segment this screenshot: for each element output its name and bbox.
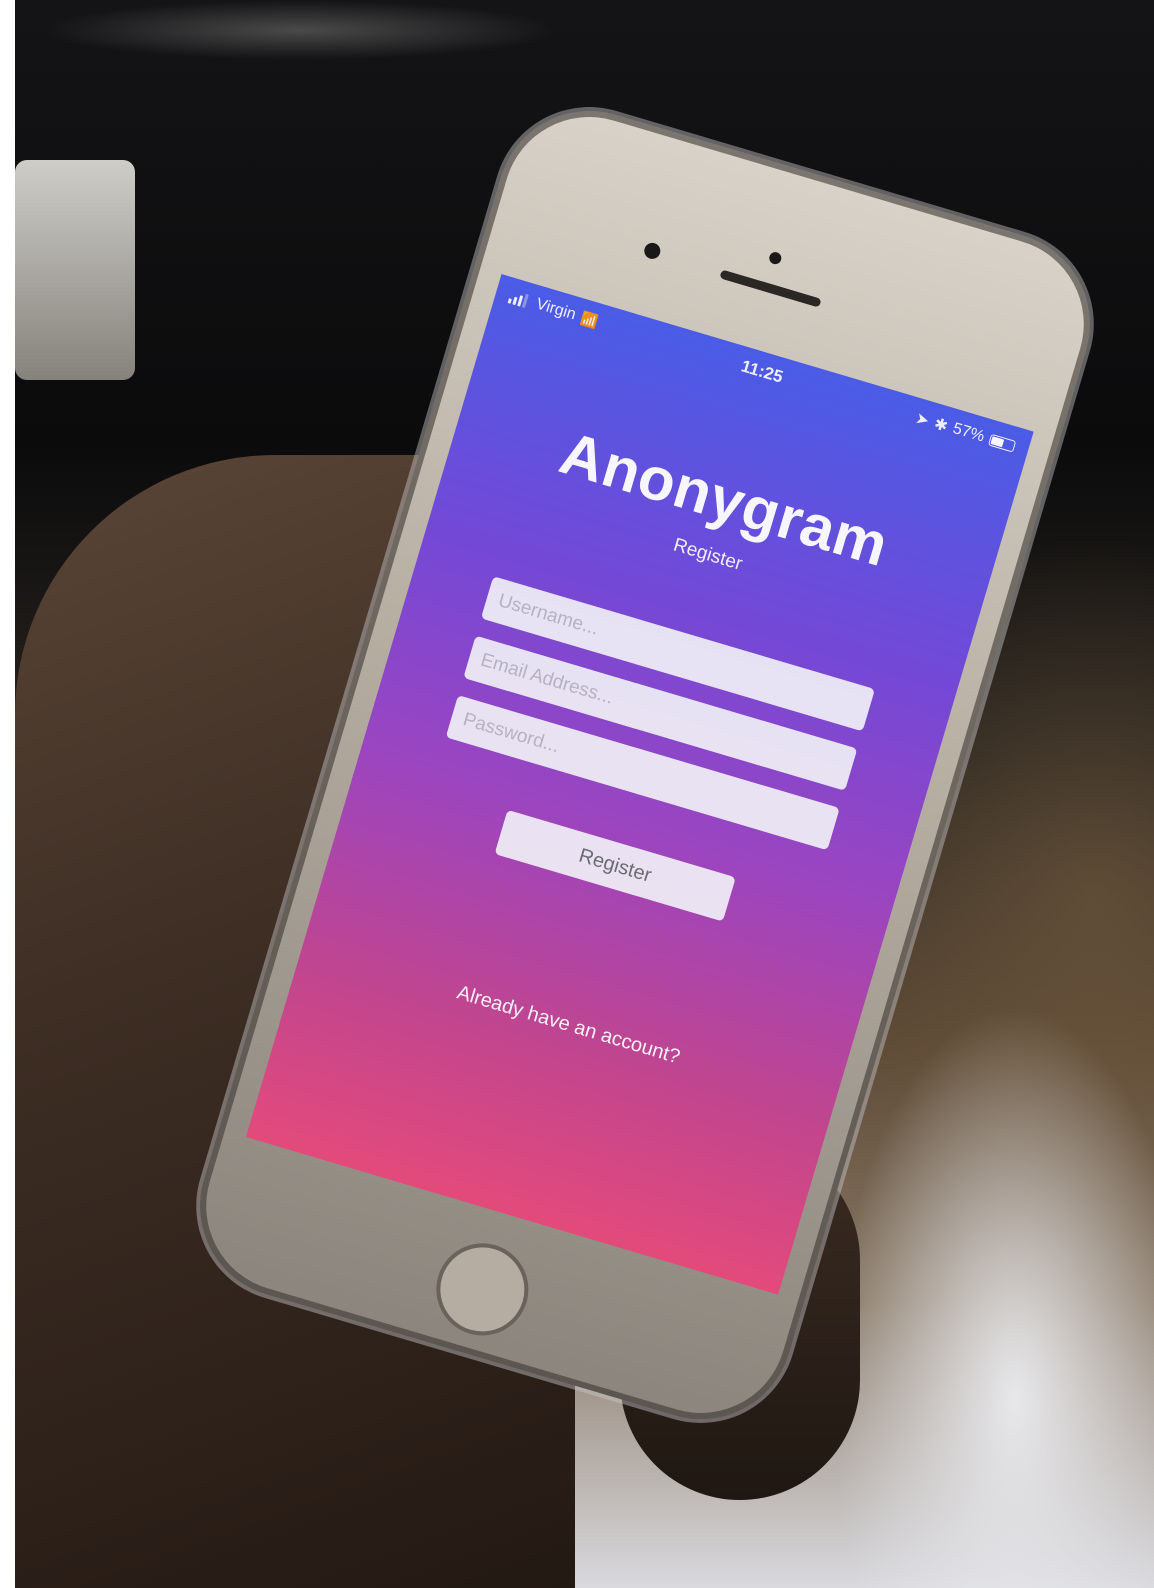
home-button[interactable]	[425, 1232, 540, 1347]
login-link[interactable]: Already have an account?	[299, 936, 838, 1116]
image-border	[0, 0, 15, 1588]
bluetooth-icon: ✱	[932, 415, 950, 436]
proximity-sensor	[767, 250, 783, 266]
battery-level	[990, 436, 1004, 448]
earpiece-speaker	[719, 269, 822, 308]
background-blur-top	[40, 0, 560, 60]
background-light-object	[15, 160, 135, 380]
photo-scene: Virgin 📶 11:25 ➤ ✱ 57% Anonygram Registe…	[0, 0, 1154, 1588]
battery-percent: 57%	[950, 420, 987, 446]
register-button[interactable]: Register	[494, 809, 736, 922]
battery-icon	[987, 433, 1017, 453]
status-right-group: ➤ ✱ 57%	[913, 408, 1017, 456]
front-camera	[642, 240, 663, 261]
